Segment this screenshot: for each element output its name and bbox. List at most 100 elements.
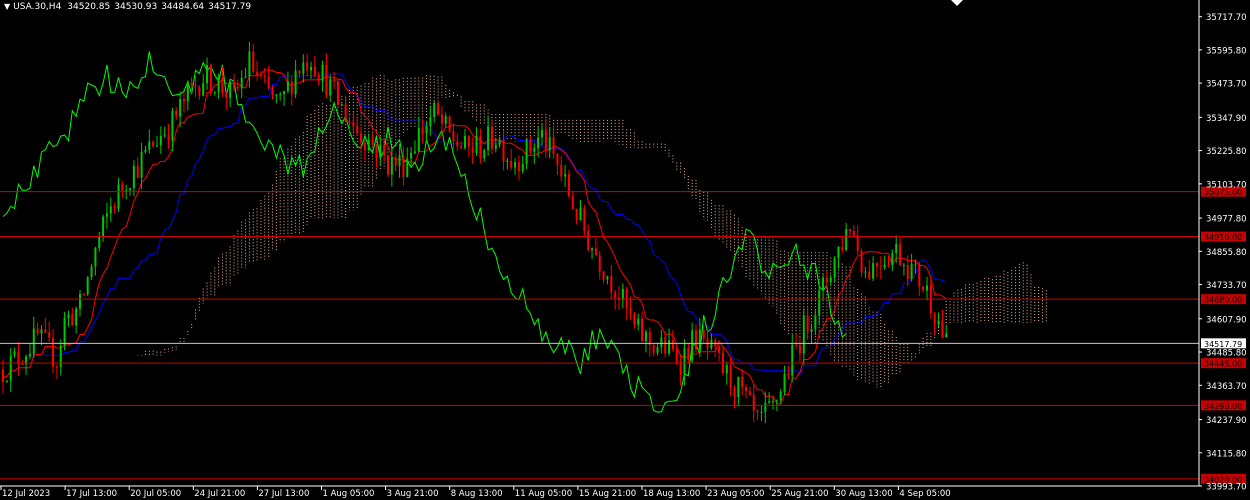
candle-body: [606, 276, 609, 280]
candle-body: [621, 288, 624, 300]
candle-body: [829, 277, 832, 283]
candle-body: [136, 165, 139, 178]
candle-body: [525, 139, 528, 165]
candle-body: [302, 62, 305, 74]
candle-body: [113, 206, 116, 209]
candle-body: [310, 66, 312, 71]
candle-body: [891, 252, 894, 266]
candle-body: [244, 76, 247, 79]
candle-body: [660, 337, 663, 348]
candle-body: [421, 127, 424, 134]
candle-body: [521, 164, 524, 171]
candle-body: [852, 231, 855, 236]
candle-body: [448, 116, 451, 132]
candle-body: [367, 140, 370, 151]
candle-body: [82, 294, 85, 296]
candle-body: [668, 340, 671, 354]
candle-body: [764, 402, 767, 412]
candle-body: [810, 328, 813, 332]
candle-body: [456, 141, 459, 147]
candle-body: [725, 365, 728, 374]
candle-body: [86, 277, 89, 295]
candle-body: [517, 162, 520, 171]
candle-body: [371, 140, 374, 145]
candle-body: [718, 346, 721, 353]
candle-body: [410, 152, 413, 159]
candle-body: [398, 155, 401, 166]
candle-body: [752, 394, 755, 411]
candle-body: [610, 276, 613, 293]
candle-body: [922, 286, 925, 291]
candle-body: [779, 392, 782, 401]
candle-body: [440, 114, 443, 124]
dropdown-triangle-icon[interactable]: ▼: [4, 2, 10, 11]
candle-body: [490, 126, 493, 149]
candle-body: [240, 78, 243, 89]
candle-body: [129, 188, 132, 191]
price-chart[interactable]: 35075.0034910.0034680.0034445.0034290.00…: [0, 0, 1250, 500]
candle-body: [387, 155, 389, 175]
candle-body: [775, 400, 778, 402]
candle-body: [394, 157, 397, 166]
candle-body: [317, 75, 320, 82]
candle-body: [156, 145, 158, 147]
candle-body: [117, 184, 120, 209]
y-tick-label: 34733.70: [1206, 281, 1247, 291]
y-tick-label: 34977.80: [1206, 215, 1247, 225]
y-tick-label: 35347.90: [1206, 114, 1247, 124]
candle-body: [340, 104, 343, 106]
candle-body: [28, 354, 31, 357]
candle-body: [479, 136, 482, 159]
candle-body: [202, 83, 205, 96]
candle-body: [822, 277, 825, 291]
candle-body: [279, 94, 282, 96]
candle-body: [591, 248, 594, 250]
candle-body: [375, 144, 378, 159]
y-tick-label: 34115.80: [1206, 449, 1247, 459]
candle-body: [537, 137, 540, 149]
candle-body: [737, 376, 740, 397]
candle-body: [679, 362, 682, 374]
horizontal-levels: 35075.0034910.0034680.0034445.0034290.00…: [0, 186, 1246, 484]
candle-body: [13, 351, 16, 356]
candle-body: [21, 363, 24, 365]
candle-body: [487, 126, 490, 151]
candle-body: [768, 401, 771, 403]
candle-body: [675, 349, 678, 363]
candle-body: [467, 135, 470, 147]
y-tick-label: 34485.80: [1206, 349, 1247, 359]
candle-body: [795, 344, 798, 346]
candle-body: [664, 337, 667, 354]
candle-body: [625, 288, 628, 309]
candle-body: [90, 266, 93, 278]
candle-body: [533, 148, 536, 152]
candle-body: [290, 81, 293, 95]
candle-body: [798, 344, 801, 354]
candle-body: [94, 247, 97, 267]
candle-body: [687, 348, 690, 361]
candle-body: [190, 82, 193, 86]
candle-body: [5, 380, 8, 383]
candle-body: [213, 92, 216, 94]
candle-body: [483, 150, 486, 159]
close-value: 34517.79: [208, 2, 252, 12]
candle-body: [695, 330, 697, 350]
candle-body: [132, 165, 135, 189]
candle-body: [560, 164, 563, 177]
candle-body: [583, 207, 586, 231]
candle-body: [837, 246, 840, 258]
candle-body: [814, 315, 817, 329]
candle-body: [914, 263, 917, 265]
candle-body: [602, 271, 605, 280]
candle-body: [236, 86, 239, 89]
candle-body: [745, 387, 748, 392]
candle-body: [379, 145, 382, 159]
x-tick-label: 23 Aug 05:00: [707, 489, 764, 499]
x-tick-label: 12 Jul 2023: [2, 489, 50, 499]
candle-body: [806, 315, 809, 332]
candle-body: [182, 99, 185, 102]
candle-body: [910, 263, 913, 280]
candle-body: [152, 141, 155, 147]
chart-shift-icon[interactable]: [951, 0, 963, 6]
candle-body: [637, 318, 640, 325]
